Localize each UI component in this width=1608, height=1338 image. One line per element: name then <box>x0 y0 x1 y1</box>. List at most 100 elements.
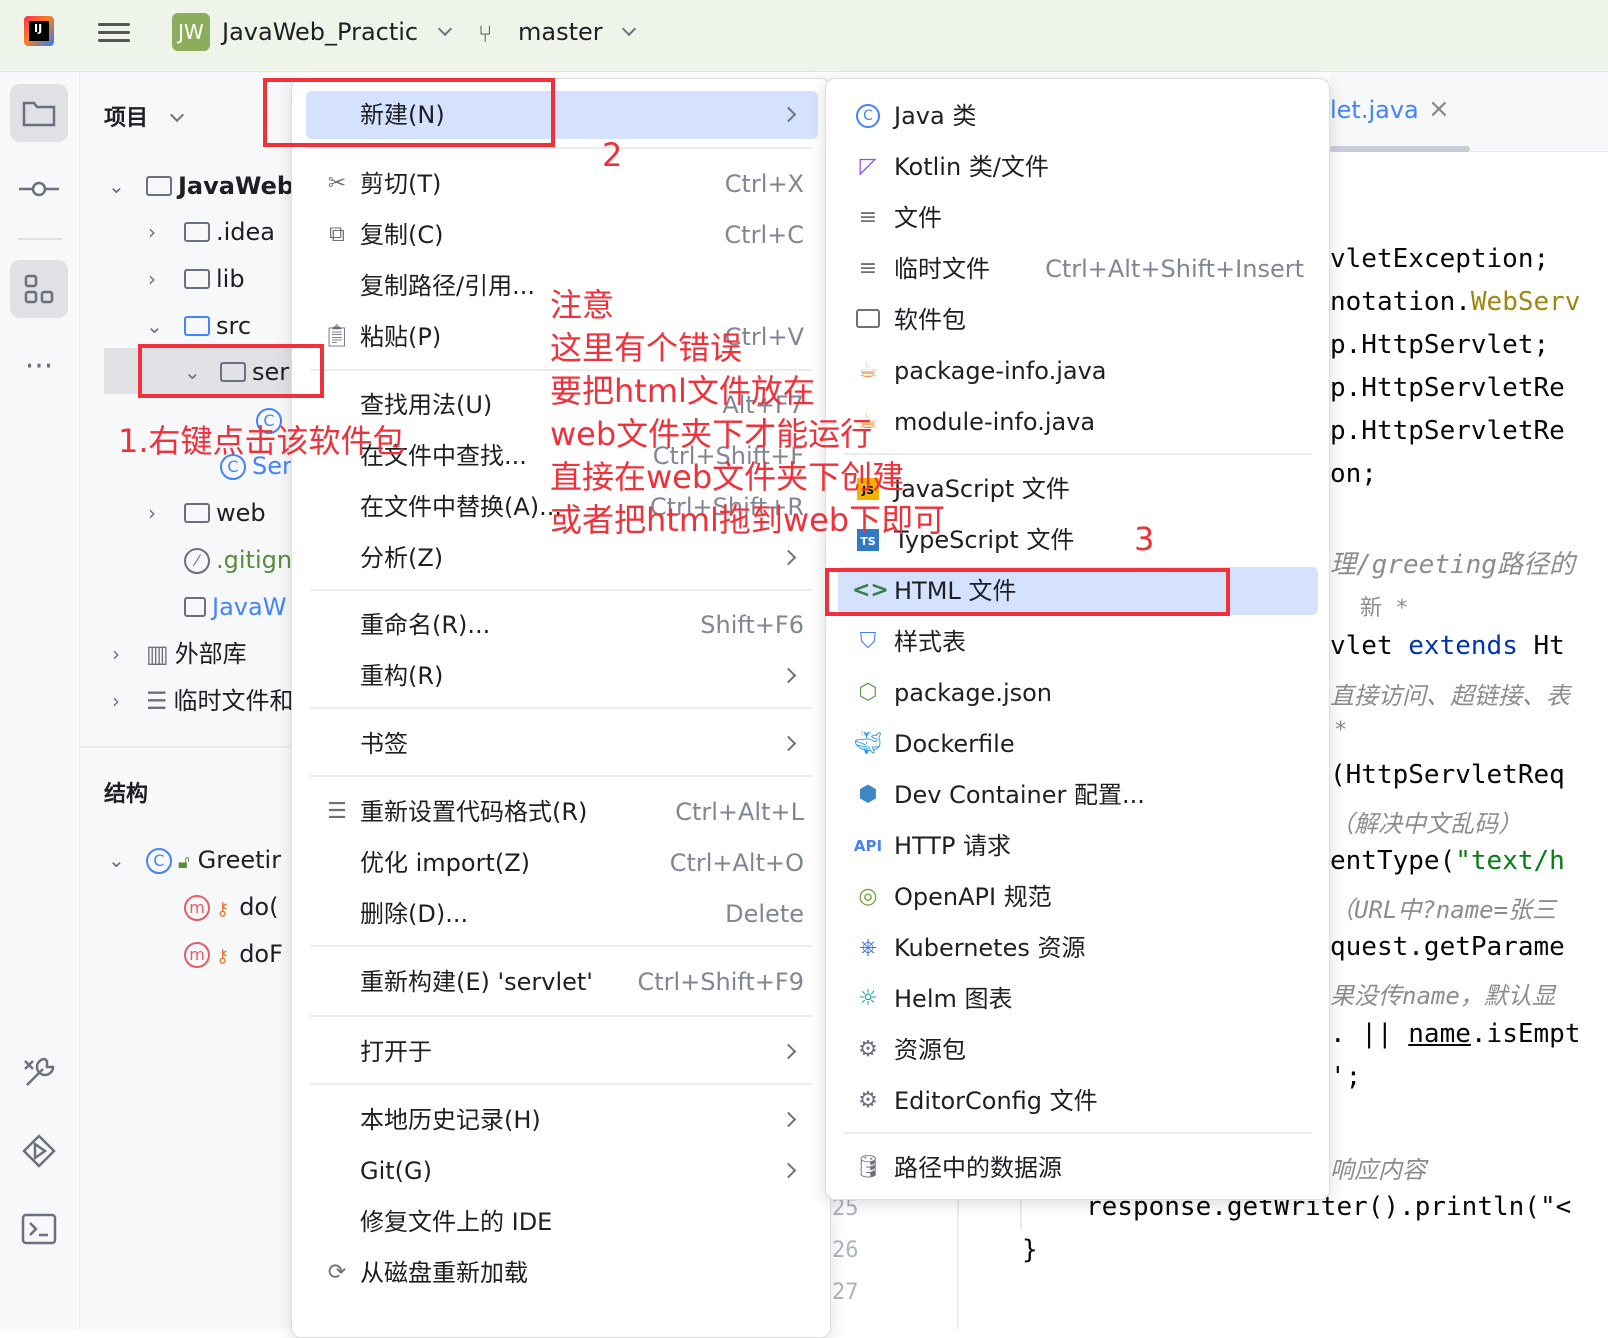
tree-item-lib[interactable]: lib <box>184 259 245 299</box>
main-menu-icon[interactable] <box>98 18 130 48</box>
menu-item-rename[interactable]: 重命名(R)... Shift+F6 <box>306 601 818 649</box>
tree-item-idea[interactable]: .idea <box>184 212 275 252</box>
menu-item-rebuild[interactable]: 重新构建(E) 'servlet' Ctrl+Shift+F9 <box>306 958 818 1006</box>
chevron-down-icon <box>169 107 184 123</box>
menu-label: 复制路径/引用... <box>360 272 535 300</box>
code-line: p.HttpServletRe <box>1330 373 1565 403</box>
java-class-icon: C <box>852 92 884 140</box>
code-line: p.HttpServletRe <box>1330 416 1565 446</box>
menu-item-optimize-imports[interactable]: 优化 import(Z) Ctrl+Alt+O <box>306 839 818 887</box>
menu-item-open-in[interactable]: 打开于 <box>306 1028 818 1076</box>
annotation-note-line: 要把html文件放在 <box>550 372 815 410</box>
menu-item-delete[interactable]: 删除(D)... Delete <box>306 890 818 938</box>
expand-arrow-icon[interactable]: ⌄ <box>108 840 125 880</box>
menu-label: 粘贴(P) <box>360 323 442 351</box>
menu-item-reload-from-disk[interactable]: ⟳ 从磁盘重新加载 <box>306 1249 818 1297</box>
intellij-logo-icon[interactable]: IJ <box>24 16 54 46</box>
code-line: on; <box>1330 459 1377 489</box>
menu-item-git[interactable]: Git(G) <box>306 1147 818 1195</box>
submenu-item-data-source[interactable]: 🛢︎ 路径中的数据源 <box>838 1144 1318 1192</box>
structure-item-method[interactable]: m ⚷ do( <box>184 887 278 927</box>
submenu-item-editorconfig[interactable]: ⚙ EditorConfig 文件 <box>838 1077 1318 1125</box>
submenu-item-module-info[interactable]: ☕︎ module-info.java <box>838 398 1318 446</box>
tree-item-src[interactable]: src <box>184 306 251 346</box>
submenu-item-helm[interactable]: ☼ Helm 图表 <box>838 975 1318 1023</box>
submenu-item-dockerfile[interactable]: 🐳︎ Dockerfile <box>838 720 1318 768</box>
file-lines-icon: ≡ <box>858 205 878 230</box>
menu-item-bookmarks[interactable]: 书签 <box>306 720 818 768</box>
structure-panel-title[interactable]: 结构 <box>104 776 148 808</box>
menu-item-copy[interactable]: ⧉ 复制(C) Ctrl+C <box>306 211 818 259</box>
collapse-arrow-icon[interactable]: › <box>112 681 120 721</box>
close-icon[interactable]: × <box>1428 94 1450 124</box>
editor-tab[interactable]: let.java <box>1330 96 1419 124</box>
submenu-item-stylesheet[interactable]: ⛉ 样式表 <box>838 618 1318 666</box>
submenu-label: 路径中的数据源 <box>894 1154 1062 1182</box>
expand-arrow-icon[interactable]: ⌄ <box>146 306 163 346</box>
collapse-arrow-icon[interactable]: › <box>148 493 156 533</box>
menu-item-reformat-code[interactable]: ☰ 重新设置代码格式(R) Ctrl+Alt+L <box>306 788 818 836</box>
menu-item-cut[interactable]: ✂ 剪切(T) Ctrl+X <box>306 160 818 208</box>
structure-item-method[interactable]: m ⚷ doF <box>184 934 283 974</box>
project-folder-icon[interactable] <box>10 84 68 142</box>
menu-label: 本地历史记录(H) <box>360 1106 541 1134</box>
submenu-item-package-info[interactable]: ☕︎ package-info.java <box>838 347 1318 395</box>
tree-item-iml[interactable]: JavaW <box>184 587 286 627</box>
submenu-item-http-request[interactable]: API HTTP 请求 <box>838 822 1318 870</box>
commit-icon[interactable] <box>10 160 68 218</box>
submenu-item-scratch[interactable]: ≡ 临时文件 Ctrl+Alt+Shift+Insert <box>838 245 1318 293</box>
services-icon[interactable] <box>10 1044 68 1102</box>
run-icon[interactable] <box>10 1122 68 1180</box>
copy-icon: ⧉ <box>329 222 345 247</box>
more-tools-icon[interactable]: ··· <box>10 338 68 396</box>
tree-item-gitignore[interactable]: ⁄ .gitign <box>184 540 292 580</box>
submenu-item-package-json[interactable]: ⬡ package.json <box>838 669 1318 717</box>
menu-separator <box>310 589 812 591</box>
menu-label: 优化 import(Z) <box>360 849 531 877</box>
collapse-arrow-icon[interactable]: › <box>112 634 120 674</box>
submenu-label: module-info.java <box>894 408 1096 436</box>
submenu-item-openapi[interactable]: ◎ OpenAPI 规范 <box>838 873 1318 921</box>
collapse-arrow-icon[interactable]: › <box>148 212 156 252</box>
class-icon: C <box>146 848 172 874</box>
submenu-item-java-class[interactable]: C Java 类 <box>838 92 1318 140</box>
annotation-step-1: 1.右键点击该软件包 <box>118 422 405 460</box>
helm-icon: ☼ <box>858 986 878 1011</box>
structure-item-class[interactable]: C 🔓︎ Greetir <box>146 840 281 880</box>
project-panel-title[interactable]: 项目 <box>104 100 184 132</box>
menu-item-local-history[interactable]: 本地历史记录(H) <box>306 1096 818 1144</box>
code-line: (HttpServletReq <box>1330 760 1565 790</box>
submenu-item-kubernetes[interactable]: ⎈ Kubernetes 资源 <box>838 924 1318 972</box>
tree-item-external-libraries[interactable]: ▥ 外部库 <box>146 634 247 674</box>
submenu-item-resource-bundle[interactable]: ⚙ 资源包 <box>838 1026 1318 1074</box>
submenu-label: 临时文件 <box>894 255 990 283</box>
structure-icon[interactable] <box>10 260 68 318</box>
menu-item-refactor[interactable]: 重构(R) <box>306 652 818 700</box>
submenu-item-dev-container[interactable]: ⬢ Dev Container 配置... <box>838 771 1318 819</box>
git-branch-icon[interactable]: ⑂ <box>478 20 492 48</box>
terminal-icon[interactable] <box>10 1200 68 1258</box>
expand-arrow-icon[interactable]: ⌄ <box>108 166 125 206</box>
tree-item-root[interactable]: JavaWeb_ <box>146 166 306 206</box>
submenu-item-file[interactable]: ≡ 文件 <box>838 194 1318 242</box>
project-selector[interactable]: JavaWeb_Practic <box>222 18 452 46</box>
code-comment: 直接访问、超链接、表 <box>1330 682 1570 710</box>
code-token: vlet <box>1330 631 1409 661</box>
submenu-item-package[interactable]: 软件包 <box>838 296 1318 344</box>
code-line: quest.getParame <box>1330 932 1565 962</box>
annotation-box-package <box>138 344 324 398</box>
tree-item-web[interactable]: web <box>184 493 266 533</box>
tree-label: lib <box>216 265 245 293</box>
menu-separator <box>310 1083 812 1085</box>
menu-label: 打开于 <box>360 1038 432 1066</box>
branch-selector[interactable]: master <box>518 18 637 46</box>
menu-item-repair-ide[interactable]: 修复文件上的 IDE <box>306 1198 818 1246</box>
code-line: '; <box>1330 1062 1362 1092</box>
submenu-item-kotlin[interactable]: ◸ Kotlin 类/文件 <box>838 143 1318 191</box>
code-line: notation.WebServ <box>1330 287 1580 317</box>
submenu-label: EditorConfig 文件 <box>894 1087 1098 1115</box>
project-badge[interactable]: JW <box>172 13 210 51</box>
protected-key-icon: ⚷ <box>216 946 230 967</box>
collapse-arrow-icon[interactable]: › <box>148 259 156 299</box>
tree-item-scratches[interactable]: ☰ 临时文件和 <box>146 681 294 721</box>
